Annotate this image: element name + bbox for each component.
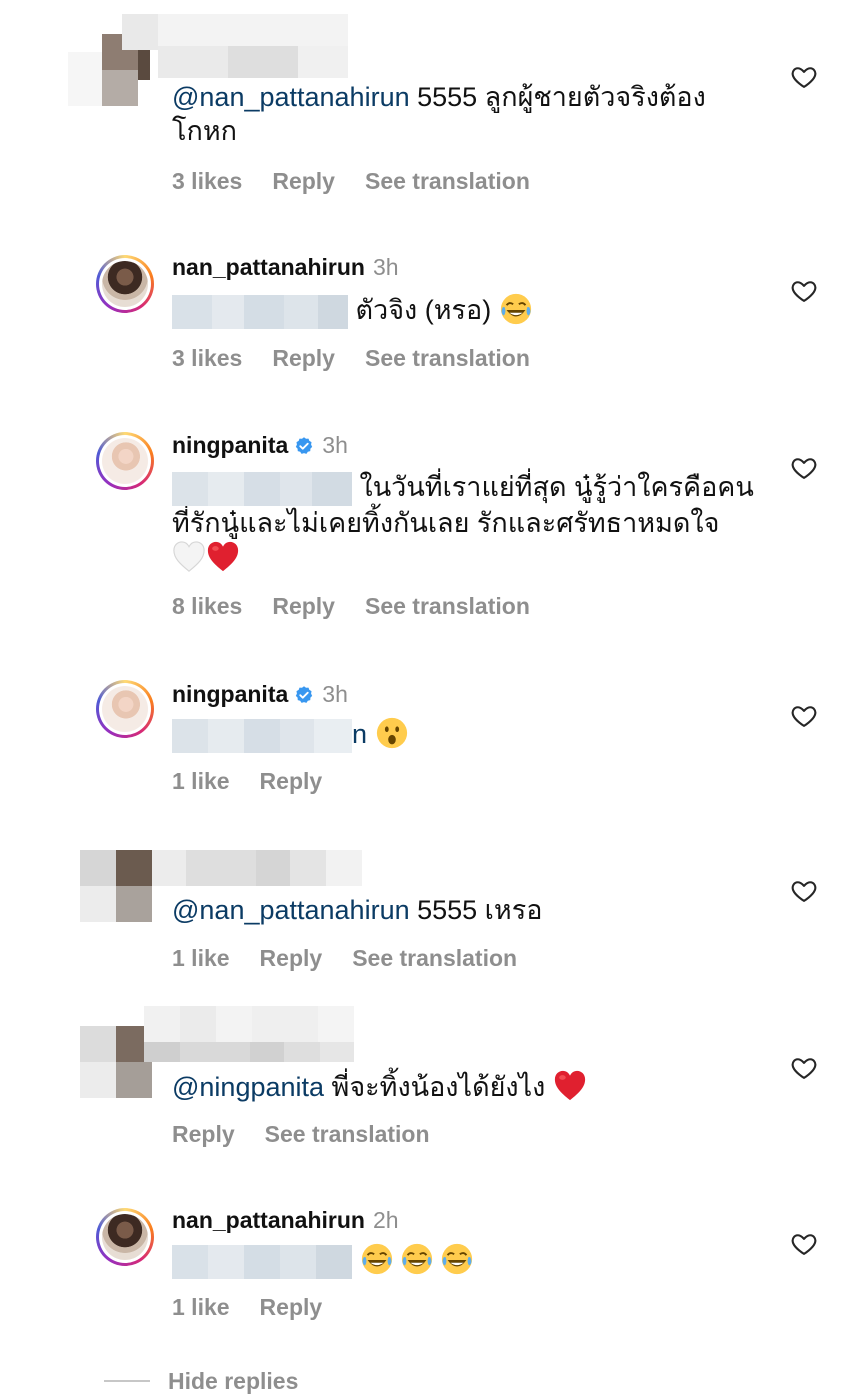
comment-actions: 1 like Reply See translation: [172, 943, 547, 973]
red-heart-emoji-icon: [553, 1069, 587, 1103]
see-translation-button[interactable]: See translation: [365, 593, 530, 619]
likes-count[interactable]: 3 likes: [172, 345, 242, 371]
username[interactable]: ningpanita: [172, 681, 288, 707]
comment-text-line1: 5555 ลูกผู้ชายตัวจริงต้อง: [409, 82, 706, 112]
timestamp: 3h: [322, 681, 348, 707]
likes-count[interactable]: 1 like: [172, 1294, 230, 1320]
reply-button[interactable]: Reply: [272, 168, 335, 194]
see-translation-button[interactable]: See translation: [352, 945, 517, 971]
heart-icon[interactable]: [790, 454, 818, 482]
comment-actions: 3 likes Reply See translation: [172, 166, 560, 196]
laughing-emoji-icon: [499, 292, 533, 326]
redacted-username: [144, 1006, 354, 1042]
timestamp: 3h: [322, 432, 348, 458]
comment-text-body: พี่จะทิ้งน้องได้ยังไง: [324, 1072, 546, 1102]
username[interactable]: nan_pattanahirun: [172, 254, 365, 280]
likes-count[interactable]: 8 likes: [172, 593, 242, 619]
comment-text: n: [172, 716, 409, 753]
avatar[interactable]: [96, 1208, 154, 1266]
likes-count[interactable]: 1 like: [172, 945, 230, 971]
redacted-mention: [172, 294, 348, 329]
avatar[interactable]: [96, 432, 154, 490]
laughing-emoji-icon: [360, 1242, 394, 1276]
see-translation-button[interactable]: See translation: [365, 345, 530, 371]
avatar[interactable]: [96, 255, 154, 313]
comment-text: ในวันที่เราแย่ที่สุด นู๋รู้ว่าใครคือคน ท…: [172, 470, 772, 575]
redacted-mention: [172, 471, 352, 506]
likes-count[interactable]: 3 likes: [172, 168, 242, 194]
reply-button[interactable]: Reply: [272, 593, 335, 619]
surprised-emoji-icon: [375, 716, 409, 750]
avatar-pixelated[interactable]: [80, 1026, 152, 1098]
avatar[interactable]: [96, 680, 154, 738]
redacted-mention: [172, 1244, 352, 1279]
reply-button[interactable]: Reply: [260, 945, 323, 971]
heart-icon[interactable]: [790, 702, 818, 730]
likes-count[interactable]: 1 like: [172, 768, 230, 794]
redacted-username-2: [158, 46, 348, 78]
heart-icon[interactable]: [790, 1230, 818, 1258]
mention-link[interactable]: @nan_pattanahirun: [172, 82, 410, 112]
comment-text-line1: ในวันที่เราแย่ที่สุด นู๋รู้ว่าใครคือคน: [359, 472, 754, 502]
comment-text-line2: ที่รักนู๋และไม่เคยทิ้งกันเลย รักและศรัทธ…: [172, 507, 720, 538]
hide-replies-label: Hide replies: [168, 1368, 299, 1394]
redacted-username-2: [144, 1042, 354, 1062]
hide-replies-button[interactable]: Hide replies: [104, 1366, 298, 1396]
comment-actions: Reply See translation: [172, 1119, 460, 1149]
comment-header: nan_pattanahirun 3h: [172, 252, 399, 282]
mention-link[interactable]: @ningpanita: [172, 1072, 324, 1102]
reply-button[interactable]: Reply: [172, 1121, 235, 1147]
heart-icon[interactable]: [790, 1054, 818, 1082]
heart-icon[interactable]: [790, 877, 818, 905]
redacted-mention: [172, 718, 352, 753]
verified-badge-icon: [294, 436, 314, 456]
comment-header: nan_pattanahirun 2h: [172, 1205, 399, 1235]
comment-text-line2: โกหก: [172, 116, 237, 146]
comment-text: ตัวจิง (หรอ): [172, 292, 533, 329]
see-translation-button[interactable]: See translation: [365, 168, 530, 194]
comment-text: @ningpanita พี่จะทิ้งน้องได้ยังไง: [172, 1069, 587, 1104]
heart-icon[interactable]: [790, 63, 818, 91]
heart-icon[interactable]: [790, 277, 818, 305]
white-heart-emoji-icon: [172, 540, 206, 574]
laughing-emoji-icon: [440, 1242, 474, 1276]
username[interactable]: nan_pattanahirun: [172, 1207, 365, 1233]
comment-text: @nan_pattanahirun 5555 เหรอ: [172, 893, 542, 927]
mention-tail: n: [352, 719, 368, 749]
comment-header: ningpanita 3h: [172, 430, 348, 460]
timestamp: 3h: [372, 254, 399, 280]
reply-button[interactable]: Reply: [260, 768, 323, 794]
reply-button[interactable]: Reply: [260, 1294, 323, 1320]
comment-text: [172, 1242, 474, 1279]
comment-text-body: 5555 เหรอ: [409, 895, 543, 925]
comment-actions: 3 likes Reply See translation: [172, 343, 560, 373]
avatar-pixelated[interactable]: [80, 850, 152, 922]
see-translation-button[interactable]: See translation: [265, 1121, 430, 1147]
comment-header: ningpanita 3h: [172, 679, 348, 709]
comment-actions: 8 likes Reply See translation: [172, 591, 560, 621]
comment-actions: 1 like Reply: [172, 766, 352, 796]
mention-link[interactable]: @nan_pattanahirun: [172, 895, 410, 925]
laughing-emoji-icon: [400, 1242, 434, 1276]
red-heart-emoji-icon: [206, 540, 240, 574]
comment-text: @nan_pattanahirun 5555 ลูกผู้ชายตัวจริงต…: [172, 80, 706, 148]
timestamp: 2h: [372, 1207, 399, 1233]
redacted-username: [152, 850, 362, 886]
username[interactable]: ningpanita: [172, 432, 288, 458]
redacted-username: [122, 14, 348, 50]
reply-button[interactable]: Reply: [272, 345, 335, 371]
comment-actions: 1 like Reply: [172, 1292, 352, 1322]
verified-badge-icon: [294, 685, 314, 705]
divider-line: [104, 1380, 150, 1382]
comments-thread: @nan_pattanahirun 5555 ลูกผู้ชายตัวจริงต…: [0, 0, 865, 1400]
comment-text-body: ตัวจิง (หรอ): [355, 295, 492, 325]
